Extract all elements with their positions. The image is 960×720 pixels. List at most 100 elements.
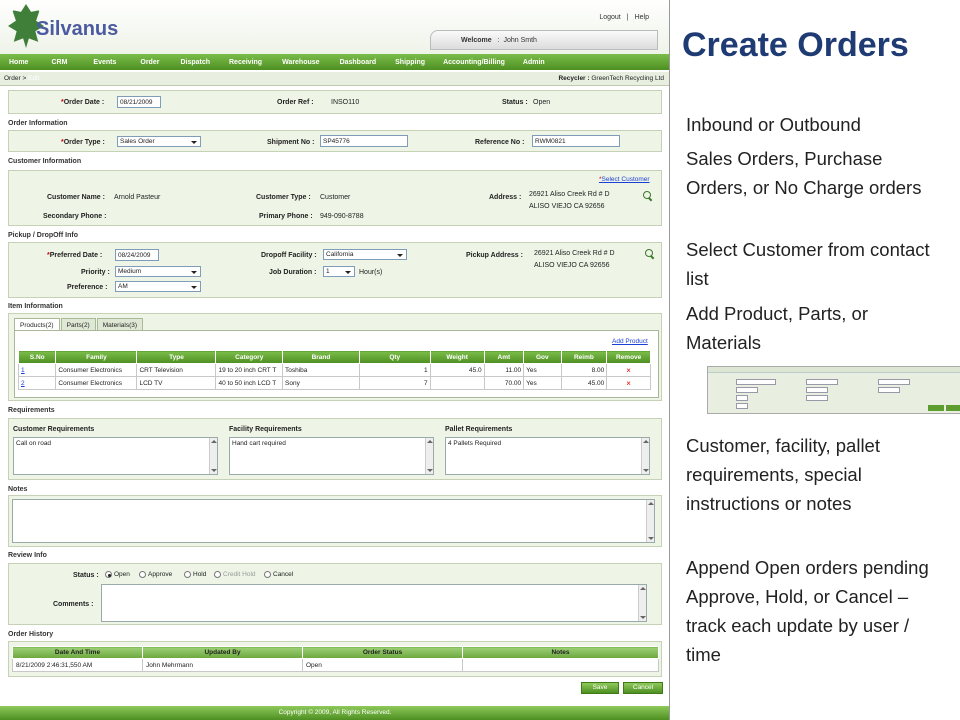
logout-link[interactable]: Logout bbox=[599, 14, 620, 21]
address-line-2: ALISO VIEJO CA 92656 bbox=[529, 203, 605, 210]
col-qty[interactable]: Qty bbox=[358, 350, 431, 364]
order-type-label: *Order Type : bbox=[61, 139, 105, 146]
thumbnail-button bbox=[946, 405, 960, 411]
notes-textarea[interactable] bbox=[12, 499, 655, 543]
col-sno[interactable]: S.No bbox=[17, 350, 57, 364]
add-product-link[interactable]: Add Product bbox=[612, 338, 648, 345]
comments-label: Comments : bbox=[53, 601, 94, 608]
radio-icon bbox=[264, 571, 271, 578]
scrollbar[interactable] bbox=[209, 438, 217, 474]
order-type-select[interactable]: Sales Order bbox=[117, 136, 201, 147]
row-weight-cell[interactable] bbox=[429, 376, 485, 390]
nav-receiving[interactable]: Receiving bbox=[219, 59, 272, 66]
silvanus-logo[interactable]: Silvanus bbox=[8, 4, 123, 48]
row-gov-cell: Yes bbox=[523, 363, 562, 377]
breadcrumb-order[interactable]: Order bbox=[4, 75, 21, 82]
nav-events[interactable]: Events bbox=[81, 59, 128, 66]
facility-requirements-text: Hand cart required bbox=[232, 440, 286, 447]
scrollbar[interactable] bbox=[638, 585, 646, 621]
comments-textarea[interactable] bbox=[101, 584, 647, 622]
nav-shipping[interactable]: Shipping bbox=[386, 59, 434, 66]
col-gov[interactable]: Gov bbox=[523, 350, 562, 364]
address-label: Address : bbox=[489, 194, 522, 201]
welcome-separator: : bbox=[497, 37, 500, 44]
pallet-requirements-textarea[interactable]: 4 Pallets Required bbox=[445, 437, 650, 475]
application-window: Silvanus Logout | Help Welcome: John Smth … bbox=[0, 0, 670, 720]
preferred-date-label: *Preferred Date : bbox=[47, 252, 103, 259]
col-date-time[interactable]: Date And Time bbox=[12, 646, 143, 659]
reference-no-input[interactable]: RWM0821 bbox=[532, 135, 620, 147]
col-remove[interactable]: Remove bbox=[606, 350, 651, 364]
status-open-radio[interactable]: Open bbox=[105, 571, 130, 578]
col-brand[interactable]: Brand bbox=[282, 350, 360, 364]
pickup-address-search-icon[interactable] bbox=[645, 249, 655, 259]
status-approve-radio[interactable]: Approve bbox=[139, 571, 172, 578]
preference-label: Preference : bbox=[67, 284, 108, 291]
row-sno-cell: 2 bbox=[17, 376, 57, 390]
nav-home[interactable]: Home bbox=[0, 59, 37, 66]
history-by-cell: John Mehrmann bbox=[142, 658, 303, 672]
col-family[interactable]: Family bbox=[55, 350, 138, 364]
save-button[interactable]: Save bbox=[581, 682, 619, 694]
nav-warehouse[interactable]: Warehouse bbox=[272, 59, 329, 66]
nav-accounting-billing[interactable]: Accounting/Billing bbox=[434, 59, 514, 66]
table-row: 2 Consumer Electronics LCD TV 40 to 50 i… bbox=[17, 376, 651, 390]
history-status-cell: Open bbox=[302, 658, 463, 672]
thumbnail-field bbox=[806, 387, 828, 393]
remove-row-icon[interactable]: × bbox=[606, 363, 651, 377]
thumbnail-field bbox=[736, 395, 748, 401]
customer-search-icon[interactable] bbox=[643, 191, 653, 201]
job-duration-select[interactable]: 1 bbox=[323, 266, 355, 277]
col-order-status[interactable]: Order Status bbox=[302, 646, 463, 659]
col-reimb[interactable]: Reimb bbox=[560, 350, 608, 364]
col-updated-by[interactable]: Updated By bbox=[142, 646, 303, 659]
top-links: Logout | Help bbox=[596, 14, 652, 21]
row-sno-link[interactable]: 2 bbox=[21, 380, 25, 387]
status-cancel-label: Cancel bbox=[273, 571, 294, 578]
priority-select[interactable]: Medium bbox=[115, 266, 201, 277]
status-hold-radio[interactable]: Hold bbox=[184, 571, 206, 578]
table-row: 1 Consumer Electronics CRT Television 19… bbox=[17, 363, 651, 377]
radio-selected-icon bbox=[105, 571, 112, 578]
row-weight-cell[interactable]: 45.0 bbox=[429, 363, 485, 377]
scrollbar[interactable] bbox=[641, 438, 649, 474]
pickup-address-label: Pickup Address : bbox=[466, 252, 523, 259]
preferred-date-input[interactable]: 08/24/2009 bbox=[115, 249, 159, 261]
requirements-panel: Customer Requirements Call on road Facil… bbox=[8, 418, 662, 480]
remove-row-icon[interactable]: × bbox=[606, 376, 651, 390]
nav-dashboard[interactable]: Dashboard bbox=[330, 59, 387, 66]
row-sno-link[interactable]: 1 bbox=[21, 367, 25, 374]
welcome-label: Welcome bbox=[461, 37, 492, 44]
cancel-button[interactable]: Cancel bbox=[623, 682, 663, 694]
thumbnail-field bbox=[736, 379, 776, 385]
scrollbar[interactable] bbox=[646, 500, 654, 542]
customer-requirements-text: Call on road bbox=[16, 440, 52, 447]
row-qty-cell[interactable]: 7 bbox=[358, 376, 431, 390]
reference-no-label: Reference No : bbox=[475, 139, 525, 146]
thumbnail-field bbox=[878, 379, 910, 385]
col-notes[interactable]: Notes bbox=[462, 646, 659, 659]
select-customer-link[interactable]: *Select Customer bbox=[599, 176, 650, 183]
row-qty-cell[interactable]: 1 bbox=[358, 363, 431, 377]
facility-requirements-textarea[interactable]: Hand cart required bbox=[229, 437, 434, 475]
status-cancel-radio[interactable]: Cancel bbox=[264, 571, 293, 578]
preference-select[interactable]: AM bbox=[115, 281, 201, 292]
nav-order[interactable]: Order bbox=[128, 59, 171, 66]
scrollbar[interactable] bbox=[425, 438, 433, 474]
col-category[interactable]: Category bbox=[215, 350, 283, 364]
logo-text: Silvanus bbox=[36, 18, 119, 40]
order-date-input[interactable]: 08/21/2009 bbox=[117, 96, 161, 108]
row-amt-cell: 11.00 bbox=[483, 363, 525, 377]
secondary-phone-label: Secondary Phone : bbox=[43, 213, 107, 220]
shipment-no-input[interactable]: SP45776 bbox=[320, 135, 408, 147]
nav-dispatch[interactable]: Dispatch bbox=[171, 59, 219, 66]
col-amt[interactable]: Amt bbox=[483, 350, 525, 364]
help-link[interactable]: Help bbox=[635, 14, 649, 21]
nav-admin[interactable]: Admin bbox=[514, 59, 554, 66]
col-type[interactable]: Type bbox=[136, 350, 217, 364]
col-weight[interactable]: Weight bbox=[429, 350, 485, 364]
shipment-no-label: Shipment No : bbox=[267, 139, 315, 146]
nav-crm[interactable]: CRM bbox=[37, 59, 81, 66]
dropoff-facility-select[interactable]: California bbox=[323, 249, 407, 260]
customer-requirements-textarea[interactable]: Call on road bbox=[13, 437, 218, 475]
